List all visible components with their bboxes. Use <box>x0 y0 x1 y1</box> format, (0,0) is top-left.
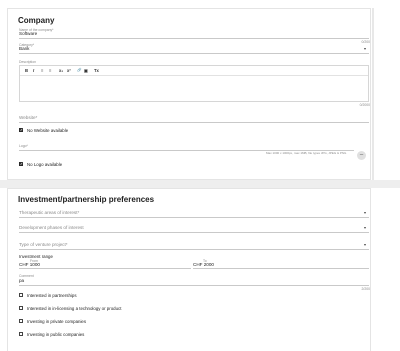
upload-icon: – <box>359 152 364 158</box>
no-website-label: No Website available <box>27 128 69 133</box>
comment-input[interactable]: pa <box>19 278 24 283</box>
public-companies-label: Investing in public companies <box>27 332 85 337</box>
in-licensing-label: Interested in in-licensing a technology … <box>27 306 122 311</box>
comment-counter: 2/200 <box>361 287 371 291</box>
private-companies-label: Investing in private companies <box>27 319 87 324</box>
venture-type-select[interactable]: Type of venture project* <box>19 242 68 247</box>
venture-type-chevron-down-icon[interactable] <box>364 244 366 246</box>
partnerships-label: Interested in partnerships <box>27 293 77 298</box>
logo-label: Logo* <box>19 144 28 148</box>
clear-format-icon[interactable]: Tx <box>94 68 99 73</box>
no-logo-label: No Logo available <box>27 162 63 167</box>
editor-toolbar-divider <box>20 75 368 76</box>
company-section-title: Company <box>18 16 55 25</box>
bullet-list-icon[interactable]: ≡ <box>49 68 51 73</box>
company-name-field[interactable]: Software <box>19 31 37 36</box>
therapeutic-areas-underline <box>19 217 369 218</box>
bold-icon[interactable]: B <box>25 68 28 73</box>
subscript-icon[interactable]: x₂ <box>59 68 63 73</box>
company-name-underline <box>19 38 369 39</box>
italic-icon[interactable]: I <box>33 68 34 73</box>
development-phases-underline <box>19 232 369 233</box>
no-logo-checkbox[interactable]: ✓ <box>19 162 24 167</box>
range-from-input[interactable]: CHF 1000 <box>19 262 40 267</box>
range-to-input[interactable]: CHF 2000 <box>193 262 214 267</box>
superscript-icon[interactable]: x² <box>67 68 71 73</box>
therapeutic-areas-select[interactable]: Therapeutic areas of interest* <box>19 210 79 215</box>
logo-hint: Max 1000 x 1000px, max 1MB, file types J… <box>266 151 347 155</box>
category-chevron-down-icon[interactable] <box>364 48 366 50</box>
company-name-counter: 0/200 <box>361 40 371 44</box>
section-separator <box>0 180 400 188</box>
venture-type-underline <box>19 249 369 250</box>
description-editor[interactable]: B I ≡ ≡ x₂ x² 🔗 ▣ Tx <box>19 65 369 102</box>
card-scroll-edge <box>372 8 374 180</box>
development-phases-chevron-down-icon[interactable] <box>364 227 366 229</box>
therapeutic-areas-chevron-down-icon[interactable] <box>364 212 366 214</box>
in-licensing-checkbox[interactable] <box>19 306 24 311</box>
description-counter: 0/2000 <box>359 103 370 107</box>
range-from-underline <box>19 268 191 269</box>
website-underline <box>19 122 369 123</box>
link-icon[interactable]: 🔗 <box>77 68 81 72</box>
development-phases-select[interactable]: Development phases of interest <box>19 225 84 230</box>
investment-card: Investment/partnership preferences Thera… <box>7 188 371 351</box>
no-website-checkbox[interactable]: ✓ <box>19 128 24 133</box>
ordered-list-icon[interactable]: ≡ <box>41 68 43 73</box>
comment-underline <box>19 285 369 286</box>
investment-section-title: Investment/partnership preferences <box>18 195 155 204</box>
image-icon[interactable]: ▣ <box>84 68 88 73</box>
category-select[interactable]: Bank <box>19 46 29 51</box>
description-label: Description <box>19 60 36 64</box>
website-field[interactable]: Website* <box>19 115 37 120</box>
partnerships-checkbox[interactable] <box>19 293 24 298</box>
upload-logo-button[interactable]: – <box>357 151 366 160</box>
public-companies-checkbox[interactable] <box>19 332 24 337</box>
company-card: Company Name of the company* Software 0/… <box>7 8 371 180</box>
private-companies-checkbox[interactable] <box>19 319 24 324</box>
category-underline <box>19 53 369 54</box>
range-to-underline <box>193 268 369 269</box>
